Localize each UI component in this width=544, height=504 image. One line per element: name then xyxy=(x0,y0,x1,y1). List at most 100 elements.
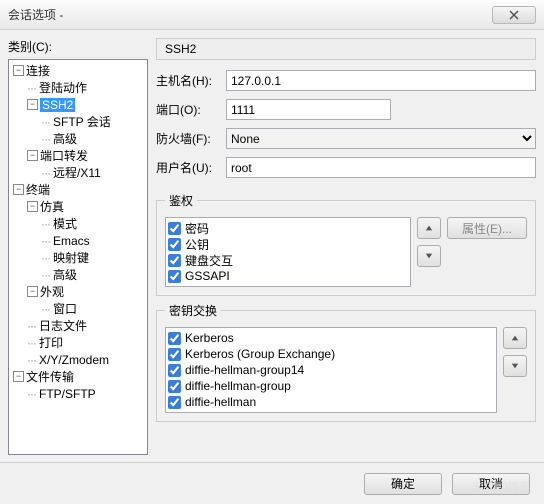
category-label: 类别(C): xyxy=(8,38,148,55)
auth-move-down-button[interactable] xyxy=(417,245,441,267)
tree-leaf-icon: ··· xyxy=(27,336,36,350)
tree-item-label: 模式 xyxy=(53,215,77,232)
tree-item[interactable]: −文件传输 xyxy=(13,368,143,385)
tree-item[interactable]: ···打印 xyxy=(13,334,143,351)
list-checkbox[interactable] xyxy=(168,364,181,377)
category-tree[interactable]: −连接···登陆动作−SSH2···SFTP 会话···高级−端口转发···远程… xyxy=(8,59,148,455)
tree-leaf-icon: ··· xyxy=(27,81,36,95)
auth-legend: 鉴权 xyxy=(165,192,197,209)
tree-item-label: 日志文件 xyxy=(39,317,87,334)
window-title: 会话选项 - xyxy=(8,6,492,23)
tree-item[interactable]: ···X/Y/Zmodem xyxy=(13,351,143,368)
tree-expand-icon[interactable]: − xyxy=(27,150,38,161)
tree-expand-icon[interactable]: − xyxy=(13,371,24,382)
tree-leaf-icon: ··· xyxy=(41,132,50,146)
list-checkbox[interactable] xyxy=(168,238,181,251)
tree-item[interactable]: −终端 xyxy=(13,181,143,198)
tree-item-label: SFTP 会话 xyxy=(53,113,111,130)
triangle-up-icon xyxy=(425,224,433,232)
tree-item-label: 登陆动作 xyxy=(39,79,87,96)
tree-item[interactable]: ···模式 xyxy=(13,215,143,232)
list-checkbox[interactable] xyxy=(168,348,181,361)
footer: 确定 取消 xyxy=(0,462,544,504)
firewall-select[interactable]: None xyxy=(226,128,536,149)
cancel-button[interactable]: 取消 xyxy=(452,473,530,495)
tree-item[interactable]: ···日志文件 xyxy=(13,317,143,334)
tree-item[interactable]: −端口转发 xyxy=(13,147,143,164)
tree-item[interactable]: −外观 xyxy=(13,283,143,300)
tree-leaf-icon: ··· xyxy=(27,319,36,333)
list-checkbox[interactable] xyxy=(168,254,181,267)
hostname-label: 主机名(H): xyxy=(156,72,226,89)
list-item-label: diffie-hellman-group14 xyxy=(185,363,304,377)
list-item-label: GSSAPI xyxy=(185,269,230,283)
firewall-label: 防火墙(F): xyxy=(156,130,226,147)
tree-item[interactable]: ···映射键 xyxy=(13,249,143,266)
list-item-label: 公钥 xyxy=(185,236,209,253)
kex-move-down-button[interactable] xyxy=(503,355,527,377)
tree-expand-icon[interactable]: − xyxy=(27,201,38,212)
tree-leaf-icon: ··· xyxy=(41,217,50,231)
list-checkbox[interactable] xyxy=(168,380,181,393)
tree-item[interactable]: −仿真 xyxy=(13,198,143,215)
auth-listbox[interactable]: 密码公钥键盘交互GSSAPI xyxy=(165,217,411,287)
properties-button[interactable]: 属性(E)... xyxy=(447,217,527,239)
kex-move-up-button[interactable] xyxy=(503,327,527,349)
tree-item[interactable]: ···高级 xyxy=(13,266,143,283)
tree-expand-icon[interactable]: − xyxy=(13,184,24,195)
hostname-row: 主机名(H): xyxy=(156,70,536,91)
tree-item-label: FTP/SFTP xyxy=(39,387,96,401)
auth-move-up-button[interactable] xyxy=(417,217,441,239)
tree-expand-icon[interactable]: − xyxy=(13,65,24,76)
tree-leaf-icon: ··· xyxy=(41,115,50,129)
tree-item[interactable]: ···高级 xyxy=(13,130,143,147)
list-item[interactable]: 键盘交互 xyxy=(168,252,408,268)
list-checkbox[interactable] xyxy=(168,396,181,409)
list-item-label: diffie-hellman-group xyxy=(185,379,291,393)
ok-button[interactable]: 确定 xyxy=(364,473,442,495)
content: 类别(C): −连接···登陆动作−SSH2···SFTP 会话···高级−端口… xyxy=(0,30,544,454)
list-checkbox[interactable] xyxy=(168,270,181,283)
list-checkbox[interactable] xyxy=(168,332,181,345)
tree-leaf-icon: ··· xyxy=(41,251,50,265)
list-item-label: Kerberos xyxy=(185,331,234,345)
list-item[interactable]: diffie-hellman-group xyxy=(168,378,494,394)
username-row: 用户名(U): xyxy=(156,157,536,178)
list-item[interactable]: diffie-hellman-group14 xyxy=(168,362,494,378)
tree-item[interactable]: −连接 xyxy=(13,62,143,79)
tree-item[interactable]: ···远程/X11 xyxy=(13,164,143,181)
port-row: 端口(O): xyxy=(156,99,536,120)
triangle-down-icon xyxy=(425,252,433,260)
close-button[interactable] xyxy=(492,6,536,24)
kex-listbox[interactable]: Kerberos Kerberos (Group Exchange) diffie-… xyxy=(165,327,497,413)
tree-item[interactable]: ···FTP/SFTP xyxy=(13,385,143,402)
list-item[interactable]: Kerberos xyxy=(168,330,494,346)
hostname-input[interactable] xyxy=(226,70,536,91)
tree-item[interactable]: ···窗口 xyxy=(13,300,143,317)
auth-updown xyxy=(417,217,441,267)
list-item-label: 键盘交互 xyxy=(185,252,233,269)
tree-item[interactable]: ···登陆动作 xyxy=(13,79,143,96)
list-item[interactable]: diffie-hellman xyxy=(168,394,494,410)
tree-item[interactable]: −SSH2 xyxy=(13,96,143,113)
list-item-label: Kerberos (Group Exchange) xyxy=(185,347,335,361)
tree-item-label: 窗口 xyxy=(53,300,77,317)
tree-item[interactable]: ···SFTP 会话 xyxy=(13,113,143,130)
tree-expand-icon[interactable]: − xyxy=(27,286,38,297)
list-item-label: diffie-hellman xyxy=(185,395,256,409)
list-checkbox[interactable] xyxy=(168,222,181,235)
tree-leaf-icon: ··· xyxy=(27,387,36,401)
list-item[interactable]: 密码 xyxy=(168,220,408,236)
tree-item[interactable]: ···Emacs xyxy=(13,232,143,249)
tree-expand-icon[interactable]: − xyxy=(27,99,38,110)
kex-legend: 密钥交换 xyxy=(165,302,221,319)
kex-fieldset: 密钥交换 Kerberos Kerberos (Group Exchange) di… xyxy=(156,302,536,422)
list-item[interactable]: 公钥 xyxy=(168,236,408,252)
list-item[interactable]: GSSAPI xyxy=(168,268,408,284)
list-item[interactable]: Kerberos (Group Exchange) xyxy=(168,346,494,362)
port-input[interactable] xyxy=(226,99,391,120)
username-label: 用户名(U): xyxy=(156,159,226,176)
username-input[interactable] xyxy=(226,157,536,178)
tree-item-label: 终端 xyxy=(26,181,50,198)
tree-item-label: X/Y/Zmodem xyxy=(39,353,109,367)
